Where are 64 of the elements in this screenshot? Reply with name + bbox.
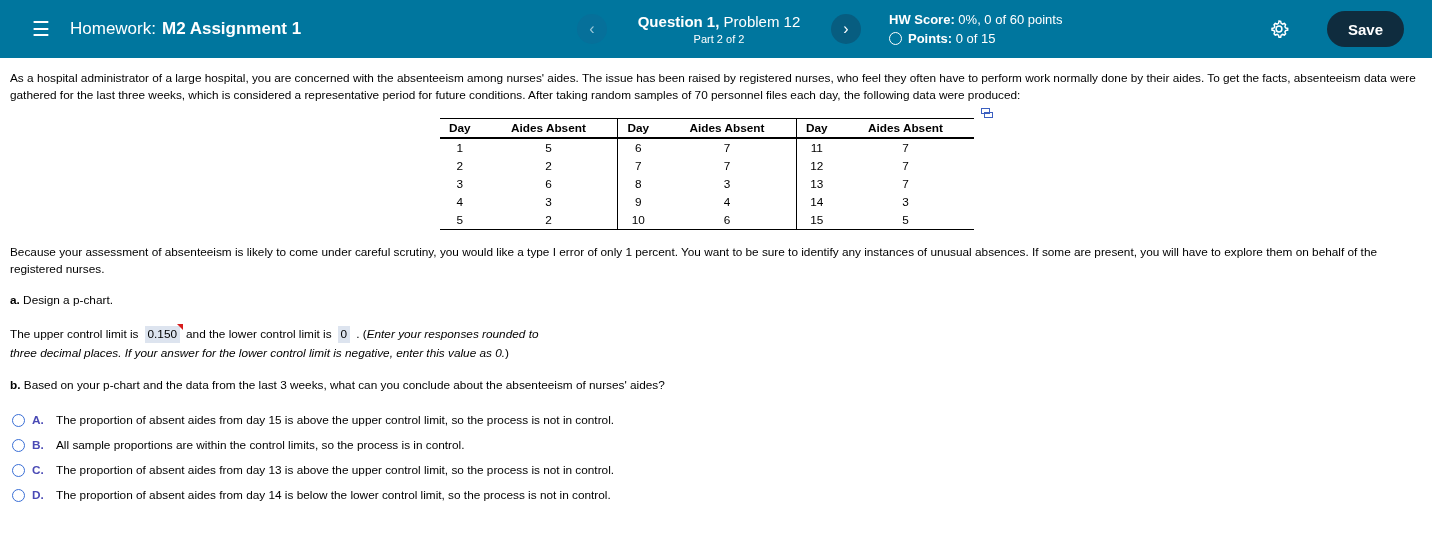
answer-text: . (Enter your responses rounded to: [356, 326, 539, 343]
option-letter: B.: [32, 437, 45, 454]
table-cell: 5: [440, 211, 480, 230]
part-b-prompt: b. Based on your p-chart and the data from the last 3 weeks, what can you conclude about the absenteeism of nurses' aides?: [10, 377, 666, 394]
question-title: Question 1, Problem 12: [637, 13, 801, 30]
table-cell: 7: [658, 157, 797, 175]
table-cell-text: 3: [901, 194, 910, 211]
column-header: Day: [617, 118, 659, 138]
table-cell: 15: [796, 211, 837, 230]
table-cell: 12: [796, 157, 837, 175]
option-letter: D.: [32, 487, 45, 504]
popout-icon[interactable]: [981, 108, 993, 118]
table-cell: 2: [479, 211, 618, 230]
option-letter: C.: [32, 462, 45, 479]
table-cell: 11: [796, 138, 837, 157]
table-cell: 8: [617, 175, 659, 193]
answer-field[interactable]: 0.150: [144, 326, 181, 343]
option-text: The proportion of absent aides from day 14 is below the lower control limit, so the process is not in control.: [56, 487, 611, 504]
assignment-title: Homework: M2 Assignment 1: [70, 19, 302, 39]
column-header: Day: [796, 118, 837, 138]
table-cell: 6: [658, 211, 797, 230]
answer-text: and the lower control limit is: [186, 326, 332, 343]
answer-field[interactable]: 0: [337, 326, 351, 343]
table-cell: 10: [617, 211, 659, 230]
table-cell-text: 7: [901, 176, 910, 193]
table-cell: 5: [836, 211, 974, 230]
table-cell-text: 3: [455, 176, 465, 193]
table-cell: 3: [658, 175, 797, 193]
column-header: Aides Absent: [836, 118, 974, 138]
table-cell: 6: [479, 175, 618, 193]
table-cell: 14: [796, 193, 837, 211]
table-cell: 1: [440, 138, 480, 157]
table-cell: 7: [617, 157, 659, 175]
next-button[interactable]: ›: [831, 14, 861, 44]
table-cell: 6: [617, 138, 659, 157]
points-label: Points: 0 of 15: [908, 31, 996, 46]
settings-icon[interactable]: [1269, 19, 1289, 39]
table-cell: 4: [658, 193, 797, 211]
part-a-prompt: a. Design a p-chart.: [10, 292, 114, 309]
table-cell: 3: [479, 193, 618, 211]
table-cell: 7: [836, 138, 974, 157]
table-cell: 7: [658, 138, 797, 157]
column-header: Aides Absent: [479, 118, 618, 138]
table-cell-text: 2: [455, 158, 465, 175]
table-cell: 9: [617, 193, 659, 211]
option-letter: A.: [32, 412, 45, 429]
option-text: The proportion of absent aides from day 15 is above the upper control limit, so the process is not in control.: [56, 412, 615, 429]
problem-text: As a hospital administrator of a large hospital, you are concerned with the absenteeism among nurses' aides. The issue has been raised by registered nurses, who feel they often have to perform work normally done by their aides. To get the facts, absenteeism data were gathered for the last three weeks, which is considered a representative period for future conditions. After taking random samples of 70 personnel files each day, the following data were produced:: [10, 70, 1417, 104]
context-text: Because your assessment of absenteeism is likely to come under careful scrutiny, you would like a type I error of only 1 percent. You want to be sure to identify any instances of unusual absences. If some are present, you will have to explore them on behalf of the registered nurses.: [10, 244, 1378, 278]
table-cell-text: 4: [455, 194, 465, 211]
save-button[interactable]: Save: [1327, 11, 1404, 47]
table-cell: 13: [796, 175, 837, 193]
answer-text: three decimal places. If your answer for the lower control limit is negative, enter this value as 0.): [10, 345, 509, 362]
column-header: Aides Absent: [658, 118, 797, 138]
table-cell: 5: [479, 138, 618, 157]
option-text: The proportion of absent aides from day 13 is above the upper control limit, so the process is not in control.: [56, 462, 615, 479]
table-cell-text: 7: [901, 158, 910, 175]
hw-score: HW Score: 0%, 0 of 60 points: [889, 12, 1064, 27]
table-cell: 2: [479, 157, 618, 175]
menu-icon[interactable]: ☰: [32, 19, 52, 39]
option-text: All sample proportions are within the control limits, so the process is in control.: [56, 437, 465, 454]
part-label: Part 2 of 2: [693, 33, 745, 45]
column-header: Day: [440, 118, 480, 138]
answer-text: The upper control limit is: [10, 326, 139, 343]
